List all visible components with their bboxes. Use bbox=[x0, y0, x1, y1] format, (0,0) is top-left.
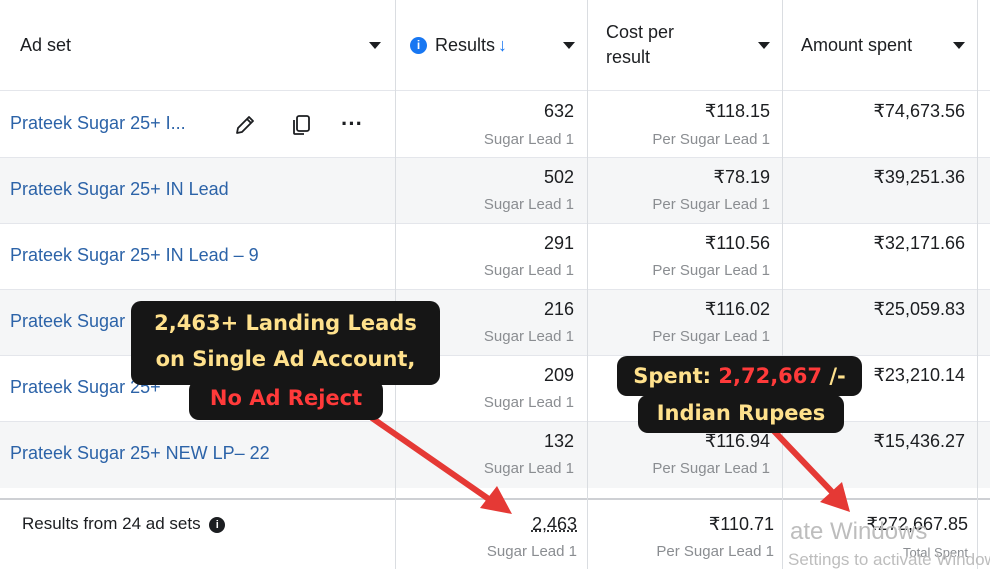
arrow-overlay bbox=[369, 415, 850, 514]
callout-left-bottom: No Ad Reject bbox=[189, 380, 383, 420]
callout-right-line2: Indian Rupees bbox=[656, 401, 826, 425]
callout-right-prefix: Spent: bbox=[633, 364, 719, 388]
right-arrow-shaft bbox=[770, 427, 837, 497]
left-arrow-shaft bbox=[369, 415, 496, 505]
left-arrow-head bbox=[480, 486, 512, 514]
callout-right-amount: 2,72,667 bbox=[718, 364, 823, 388]
callout-left-line2: on Single Ad Account, bbox=[155, 347, 416, 371]
callout-left-line1: 2,463+ Landing Leads bbox=[154, 311, 417, 335]
callout-right-bottom: Indian Rupees bbox=[638, 395, 844, 433]
callout-right-top: Spent: 2,72,667 /- bbox=[617, 356, 862, 396]
callout-right-suffix: /- bbox=[822, 364, 846, 388]
callout-left-top: 2,463+ Landing Leads on Single Ad Accoun… bbox=[131, 301, 440, 385]
callout-left-line3: No Ad Reject bbox=[209, 386, 363, 410]
